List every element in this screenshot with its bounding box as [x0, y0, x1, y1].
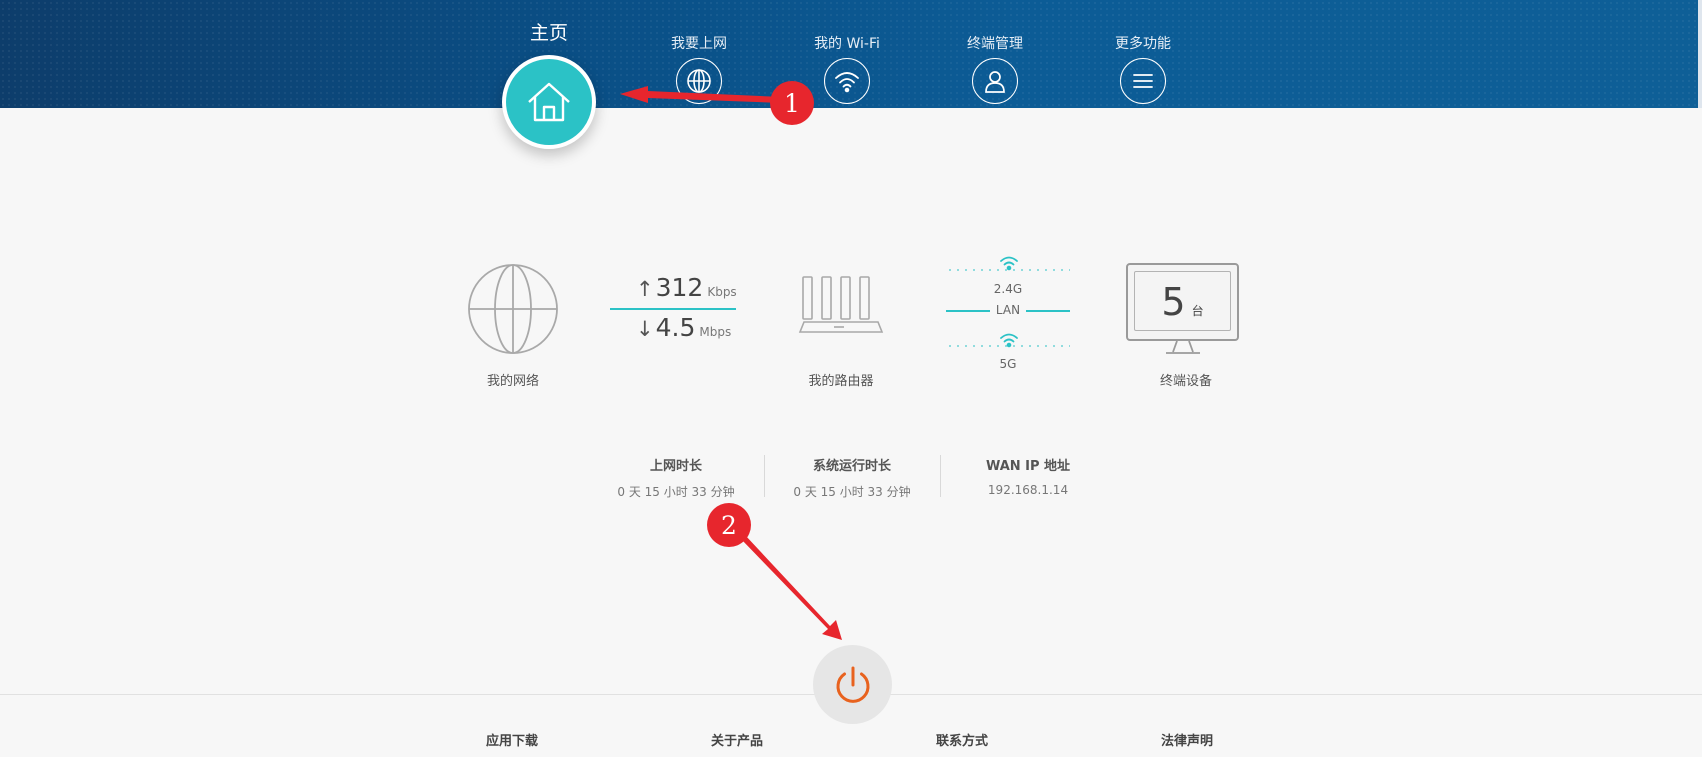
footer-link-contact[interactable]: 联系方式	[902, 730, 1022, 749]
globe-icon[interactable]	[676, 58, 722, 104]
device-count: 5	[1161, 280, 1186, 324]
home-icon	[528, 82, 570, 122]
link-24g-line	[946, 269, 1070, 271]
top-nav-bar: 主页 我要上网 我的 Wi-Fi 终端管理 更多功能	[0, 0, 1702, 108]
terminal-devices-monitor[interactable]: 5 台	[1126, 263, 1239, 355]
nav-item-more-label: 更多功能	[1115, 36, 1171, 52]
router-icon	[798, 276, 884, 333]
upload-arrow-icon: ↑	[636, 277, 654, 301]
online-duration-title: 上网时长	[649, 459, 702, 474]
upload-unit: Kbps	[707, 285, 737, 299]
upload-speed: ↑ 312 Kbps	[636, 273, 737, 302]
system-uptime: 系统运行时长 0 天 15 小时 33 分钟	[767, 455, 937, 500]
nav-item-wifi-label: 我的 Wi-Fi	[814, 36, 880, 52]
link-5g-line	[946, 345, 1070, 347]
device-unit: 台	[1191, 304, 1204, 318]
speed-divider	[610, 308, 736, 310]
my-network-globe[interactable]	[467, 263, 559, 359]
power-icon	[836, 666, 869, 703]
system-uptime-value: 0 天 15 小时 33 分钟	[793, 485, 911, 499]
user-icon[interactable]	[972, 58, 1018, 104]
nav-home-label: 主页	[529, 22, 568, 44]
footer-link-app-download[interactable]: 应用下载	[452, 730, 572, 749]
power-button[interactable]	[813, 645, 892, 724]
connection-links: 2.4G LAN 5G	[944, 255, 1072, 375]
nav-item-internet-label: 我要上网	[671, 36, 727, 52]
annotation-badge-2: 2	[707, 503, 751, 547]
upload-value: 312	[655, 273, 704, 302]
my-network-label: 我的网络	[486, 374, 539, 389]
home-button[interactable]	[502, 55, 596, 149]
wan-ip-title: WAN IP 地址	[985, 459, 1071, 474]
speed-indicator: ↑ 312 Kbps ↓ 4.5 Mbps	[608, 268, 738, 348]
system-uptime-title: 系统运行时长	[812, 459, 891, 474]
monitor-stand-icon	[1166, 341, 1200, 354]
info-divider-2	[940, 455, 941, 497]
monitor-screen: 5 台	[1126, 263, 1239, 341]
wan-ip: WAN IP 地址 192.168.1.14	[943, 455, 1113, 497]
monitor-inner: 5 台	[1134, 271, 1231, 331]
footer-link-about-product[interactable]: 关于产品	[677, 730, 797, 749]
annotation-arrow-2	[741, 535, 842, 640]
download-unit: Mbps	[699, 325, 732, 339]
download-arrow-icon: ↓	[636, 317, 654, 341]
online-duration-value: 0 天 15 小时 33 分钟	[617, 485, 735, 499]
download-speed: ↓ 4.5 Mbps	[636, 313, 731, 342]
my-router-label: 我的路由器	[808, 374, 874, 389]
menu-icon[interactable]	[1120, 58, 1166, 104]
header-right-edge	[1698, 0, 1702, 108]
my-router[interactable]	[798, 274, 884, 342]
footer-link-legal[interactable]: 法律声明	[1127, 730, 1247, 749]
band-24g-label: 2.4G	[993, 282, 1023, 296]
nav-item-devices-label: 终端管理	[967, 36, 1023, 52]
online-duration: 上网时长 0 天 15 小时 33 分钟	[591, 455, 761, 500]
terminal-devices-label: 终端设备	[1159, 374, 1212, 389]
lan-line-right	[1026, 310, 1070, 312]
download-value: 4.5	[655, 313, 696, 342]
annotation-badge-1: 1	[770, 81, 814, 125]
info-divider-1	[764, 455, 765, 497]
wifi-icon[interactable]	[824, 58, 870, 104]
network-globe-icon	[468, 264, 558, 354]
wan-ip-value: 192.168.1.14	[987, 483, 1069, 497]
band-5g-label: 5G	[999, 357, 1017, 371]
